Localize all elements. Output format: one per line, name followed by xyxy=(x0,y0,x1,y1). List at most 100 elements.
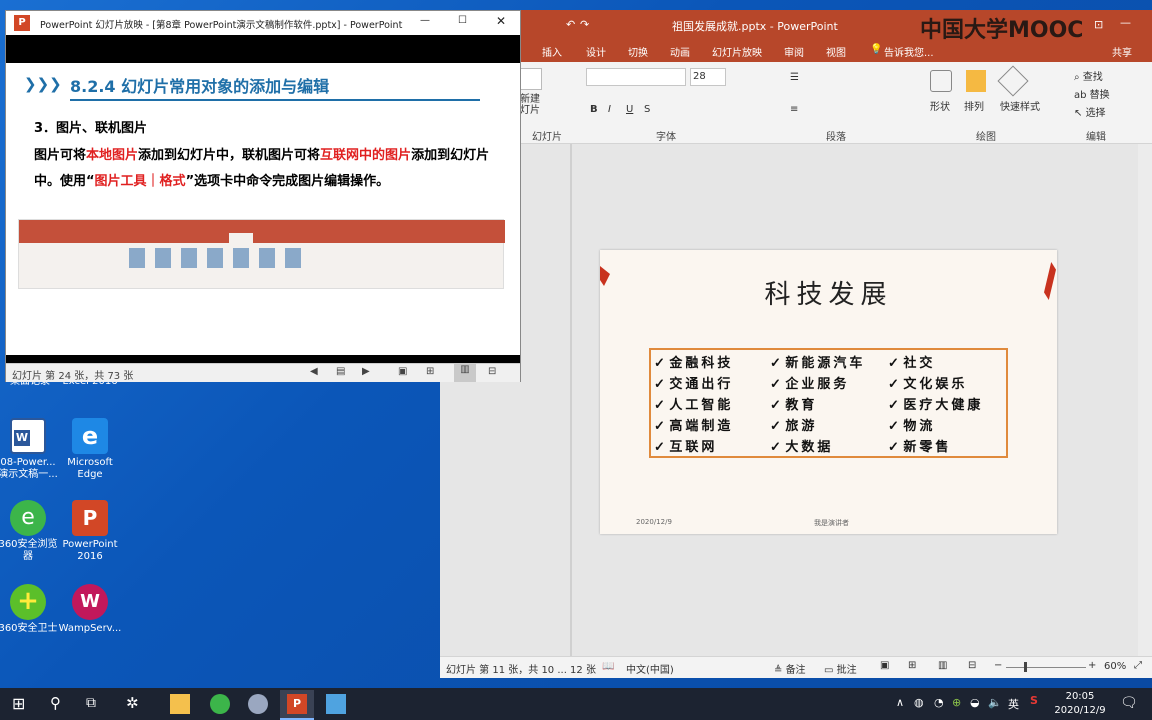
tab-insert[interactable]: 插入 xyxy=(542,44,562,59)
desktop-icon-360-browser[interactable]: e 360安全浏览器 xyxy=(0,500,60,563)
tab-design[interactable]: 设计 xyxy=(586,44,606,59)
powerpoint-taskbar-icon: P xyxy=(287,694,307,714)
ime-indicator[interactable]: 英 xyxy=(1008,696,1019,712)
zoom-in-button[interactable]: + xyxy=(1088,660,1096,671)
vertical-scrollbar[interactable] xyxy=(1138,144,1152,664)
search-icon[interactable]: ⚲ xyxy=(50,694,61,712)
zoom-slider[interactable] xyxy=(1006,667,1086,668)
shapes-icon[interactable] xyxy=(930,70,952,92)
slide-title: 科技发展 xyxy=(764,280,893,310)
task-view-icon[interactable]: ⧉ xyxy=(86,695,96,711)
slide-list-text: 大数据 xyxy=(785,440,834,455)
current-slide[interactable]: 科技发展 ✓ 金融科技 ✓ 交通出行 ✓ 人工智能 ✓ 高端制造 ✓ 互联网 ✓ 新能源… xyxy=(600,250,1057,534)
checkmark-icon: ✓ xyxy=(888,377,904,392)
slideshow-content[interactable]: ❯❯❯ 8.2.4 幻灯片常用对象的添加与编辑 3．图片、联机图片 图片可将本地… xyxy=(6,35,520,371)
tray-app-icon[interactable]: ◍ xyxy=(914,696,924,709)
arrange-icon[interactable] xyxy=(966,70,986,92)
tab-transitions[interactable]: 切换 xyxy=(628,44,648,59)
arrange-button[interactable]: 排列 xyxy=(964,98,984,113)
desktop-icon-word-doc[interactable]: W 08-Power... 演示文稿一... xyxy=(0,418,60,481)
shapes-button[interactable]: 形状 xyxy=(930,98,950,113)
desktop-icon-wampserver[interactable]: W WampServ... xyxy=(58,584,122,635)
normal-view-icon[interactable]: ▣ xyxy=(880,660,889,671)
zoom-out-button[interactable]: − xyxy=(994,660,1002,671)
desktop-icon-edge[interactable]: e Microsoft Edge xyxy=(58,418,122,481)
sogou-icon[interactable]: S xyxy=(1030,694,1038,707)
new-slide-button[interactable]: 新建 灯片 xyxy=(520,94,540,116)
360-browser-taskbar-icon[interactable] xyxy=(210,694,230,714)
slide-list-text: 新能源汽车 xyxy=(785,356,866,371)
file-explorer-icon[interactable] xyxy=(170,694,190,714)
clock[interactable]: 20:05 2020/12/9 xyxy=(1052,690,1108,718)
notepad-icon[interactable] xyxy=(326,694,346,714)
next-slide-icon[interactable]: ▶ xyxy=(362,366,370,377)
slide-sorter-icon[interactable]: ⊞ xyxy=(426,366,434,377)
maximize-icon[interactable]: ☐ xyxy=(458,15,467,26)
desktop-icon-powerpoint[interactable]: P PowerPoint 2016 xyxy=(58,500,122,563)
tab-review[interactable]: 审阅 xyxy=(784,44,804,59)
ribbon-display-icon[interactable]: ⊡ xyxy=(1094,18,1103,31)
quick-styles-icon[interactable] xyxy=(997,65,1029,97)
tray-chevron-icon[interactable]: ∧ xyxy=(896,696,904,709)
find-button[interactable]: ⌕ 查找 xyxy=(1074,68,1103,83)
normal-view-icon[interactable]: ▣ xyxy=(398,366,407,377)
tray-app2-icon[interactable]: ◔ xyxy=(934,696,944,709)
menu-icon[interactable]: ▤ xyxy=(336,366,345,377)
language-indicator[interactable]: 中文(中国) xyxy=(626,661,674,676)
minimize-icon[interactable]: — xyxy=(1120,16,1131,29)
align-left-icon[interactable]: ≡ xyxy=(790,104,798,115)
pane-divider[interactable] xyxy=(570,144,572,664)
italic-button[interactable]: I xyxy=(608,104,611,115)
slideshow-view-icon[interactable]: ⊟ xyxy=(488,366,496,377)
reading-view-icon[interactable]: ▥ xyxy=(938,660,947,671)
new-slide-icon[interactable] xyxy=(520,68,542,90)
tab-slideshow[interactable]: 幻灯片放映 xyxy=(712,44,762,59)
windows-start-icon[interactable]: ⊞ xyxy=(12,694,25,713)
undo-icon[interactable]: ↶ xyxy=(566,18,575,31)
close-icon[interactable]: ✕ xyxy=(496,14,506,28)
zoom-slider-thumb[interactable] xyxy=(1024,662,1027,672)
replace-button[interactable]: ab 替换 xyxy=(1074,86,1110,101)
bold-button[interactable]: B xyxy=(590,104,598,115)
slideshow-titlebar: P PowerPoint 幻灯片放映 - [第8章 PowerPoint演示文稿… xyxy=(6,11,520,35)
shadow-button[interactable]: S xyxy=(644,104,650,115)
360-tray-icon[interactable]: ⊕ xyxy=(952,696,961,709)
bullets-icon[interactable]: ☰ xyxy=(790,72,799,83)
tab-animations[interactable]: 动画 xyxy=(670,44,690,59)
slide-sorter-icon[interactable]: ⊞ xyxy=(908,660,916,671)
underline-button[interactable]: U xyxy=(626,104,633,115)
paragraph-text: ”选项卡中命令完成图片编辑操作。 xyxy=(185,174,390,189)
powerpoint-taskbar-button[interactable]: P xyxy=(280,690,314,720)
share-button[interactable]: 共享 xyxy=(1112,44,1132,59)
fit-slide-icon[interactable]: ⤢ xyxy=(1134,660,1142,671)
checkmark-icon: ✓ xyxy=(654,440,670,455)
previous-slide-icon[interactable]: ◀ xyxy=(310,366,318,377)
zoom-level[interactable]: 60% xyxy=(1104,661,1126,672)
notification-icon[interactable]: 🗨 xyxy=(1120,695,1138,711)
select-button[interactable]: ↖ 选择 xyxy=(1074,104,1106,119)
checkmark-icon: ✓ xyxy=(888,440,904,455)
tab-view[interactable]: 视图 xyxy=(826,44,846,59)
slideshow-view-icon[interactable]: ⊟ xyxy=(968,660,976,671)
tell-me-box[interactable]: 告诉我您... xyxy=(884,44,934,59)
network-app-icon[interactable] xyxy=(248,694,268,714)
desktop-icon-360-safe[interactable]: + 360安全卫士 xyxy=(0,584,60,635)
slide-list-item: ✓ 高端制造 xyxy=(654,415,774,436)
comments-button[interactable]: ▭ 批注 xyxy=(824,661,857,676)
quick-styles-button[interactable]: 快速样式 xyxy=(1000,98,1040,113)
slide-list-text: 教育 xyxy=(785,398,818,413)
font-size-input[interactable]: 28 xyxy=(690,68,726,86)
volume-icon[interactable]: 🔈 xyxy=(988,696,1002,709)
slide-list-text: 企业服务 xyxy=(785,377,850,392)
font-name-input[interactable] xyxy=(586,68,686,86)
window-title: 祖国发展成就.pptx - PowerPoint xyxy=(672,20,838,33)
network-icon[interactable]: ◒ xyxy=(970,696,980,709)
notes-button[interactable]: ≜ 备注 xyxy=(774,661,806,676)
desktop-icon-label: 360安全卫士 xyxy=(0,623,58,634)
redo-icon[interactable]: ↷ xyxy=(580,18,589,31)
spellcheck-icon[interactable]: 📖 xyxy=(602,661,614,672)
slide-list-text: 高端制造 xyxy=(669,419,734,434)
reading-view-icon[interactable]: ▥ xyxy=(454,364,476,382)
pinwheel-app-icon[interactable]: ✲ xyxy=(126,694,139,712)
minimize-icon[interactable]: — xyxy=(420,15,430,26)
